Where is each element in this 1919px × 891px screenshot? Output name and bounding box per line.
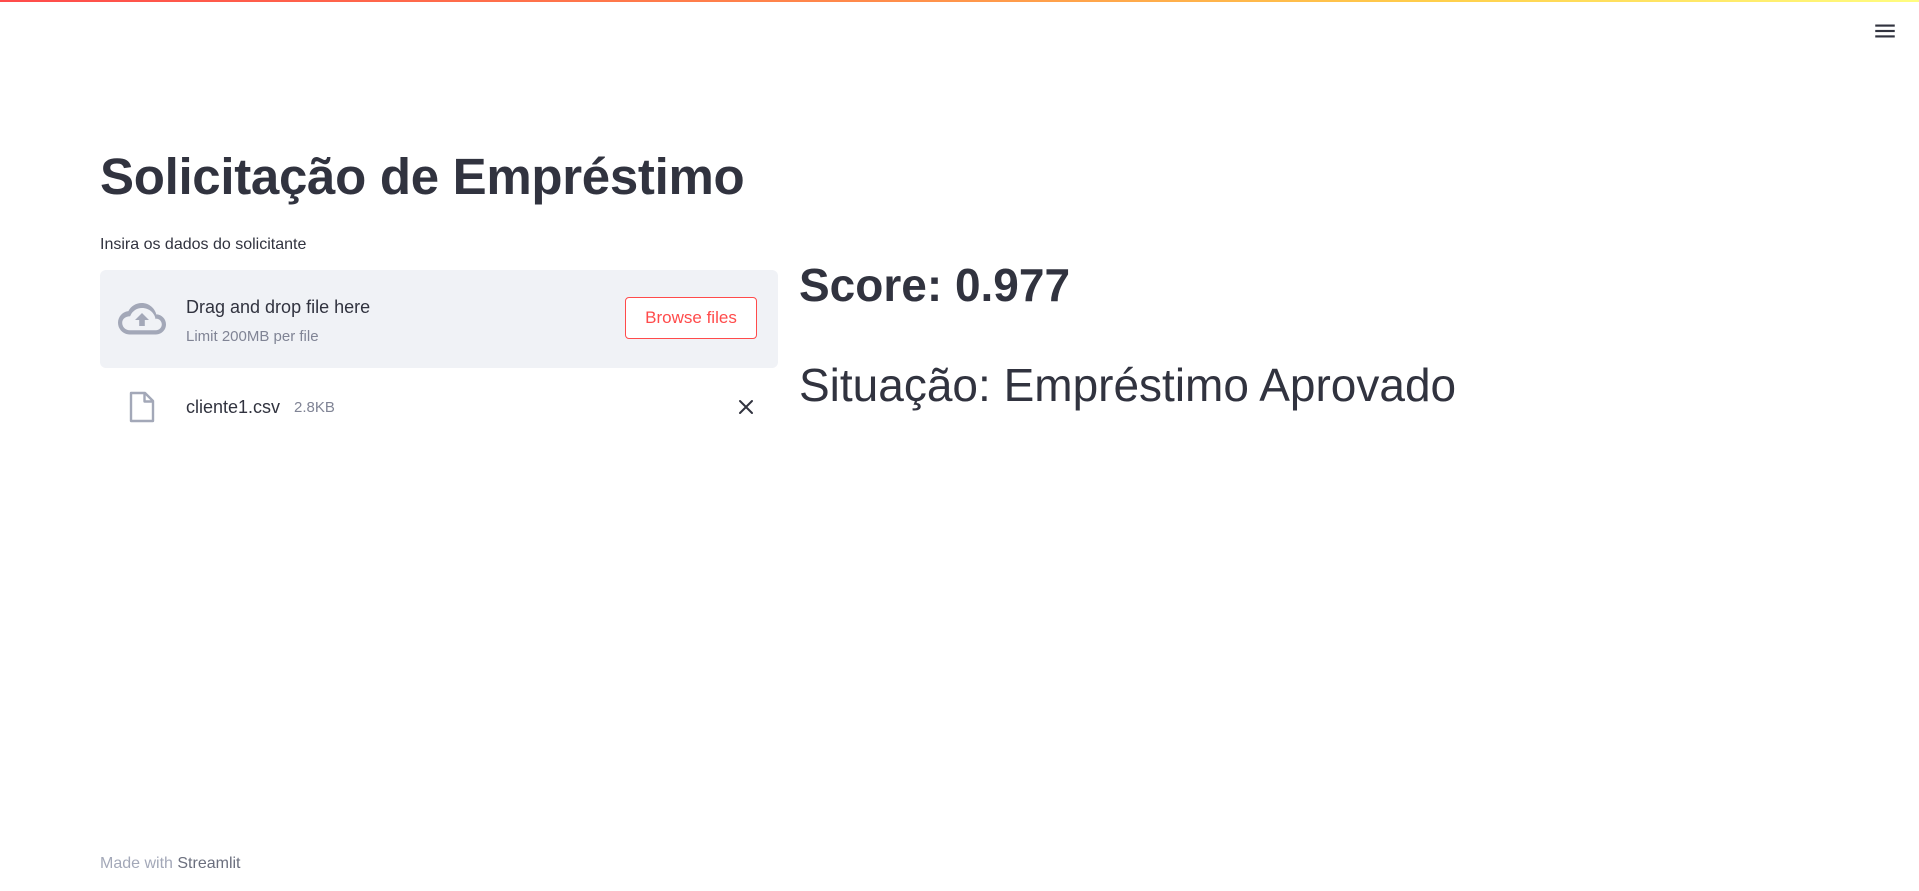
file-size: 2.8KB bbox=[294, 399, 335, 416]
footer: Made with Streamlit bbox=[100, 853, 241, 875]
page-title: Solicitação de Empréstimo bbox=[100, 148, 745, 205]
file-name: cliente1.csv bbox=[186, 397, 281, 417]
situation-heading: Situação: Empréstimo Aprovado bbox=[799, 359, 1457, 411]
file-icon bbox=[129, 391, 155, 423]
streamlit-link[interactable]: Streamlit bbox=[177, 855, 240, 872]
uploaded-file-row: cliente1.csv 2.8KB bbox=[100, 385, 778, 429]
dropzone-instructions: Drag and drop file here bbox=[186, 297, 371, 317]
hamburger-menu-icon bbox=[1875, 24, 1895, 38]
main-menu-button[interactable] bbox=[1872, 18, 1898, 44]
footer-prefix: Made with bbox=[100, 855, 173, 872]
top-decoration-bar bbox=[0, 0, 1919, 2]
uploader-label: Insira os dados do solicitante bbox=[100, 236, 307, 253]
browse-files-button[interactable]: Browse files bbox=[625, 297, 757, 339]
close-icon bbox=[739, 400, 753, 414]
cloud-upload-icon bbox=[118, 303, 166, 335]
score-heading: Score: 0.977 bbox=[799, 259, 1071, 311]
file-dropzone[interactable]: Drag and drop file here Limit 200MB per … bbox=[100, 270, 778, 368]
remove-file-button[interactable] bbox=[734, 395, 758, 419]
dropzone-limit: Limit 200MB per file bbox=[186, 328, 319, 345]
